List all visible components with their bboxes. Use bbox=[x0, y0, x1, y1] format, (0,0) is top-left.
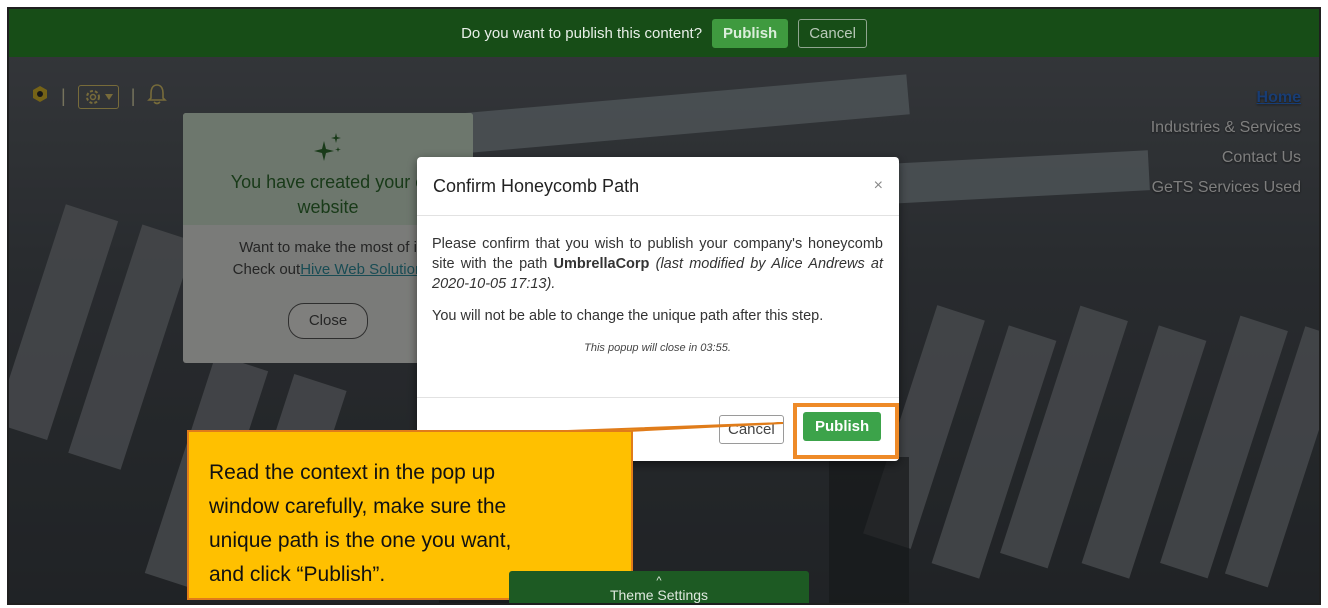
callout-line-3: unique path is the one you want, bbox=[209, 529, 512, 552]
callout-line-1: Read the context in the pop up bbox=[209, 461, 496, 484]
theme-settings-tab[interactable]: ^ Theme Settings bbox=[509, 571, 809, 603]
chevron-up-icon: ^ bbox=[656, 575, 662, 587]
theme-settings-label: Theme Settings bbox=[609, 587, 709, 603]
callout-line-2: window carefully, make sure the bbox=[209, 495, 507, 518]
screenshot-frame: | | Home Industries & Services Contact U… bbox=[7, 7, 1321, 605]
